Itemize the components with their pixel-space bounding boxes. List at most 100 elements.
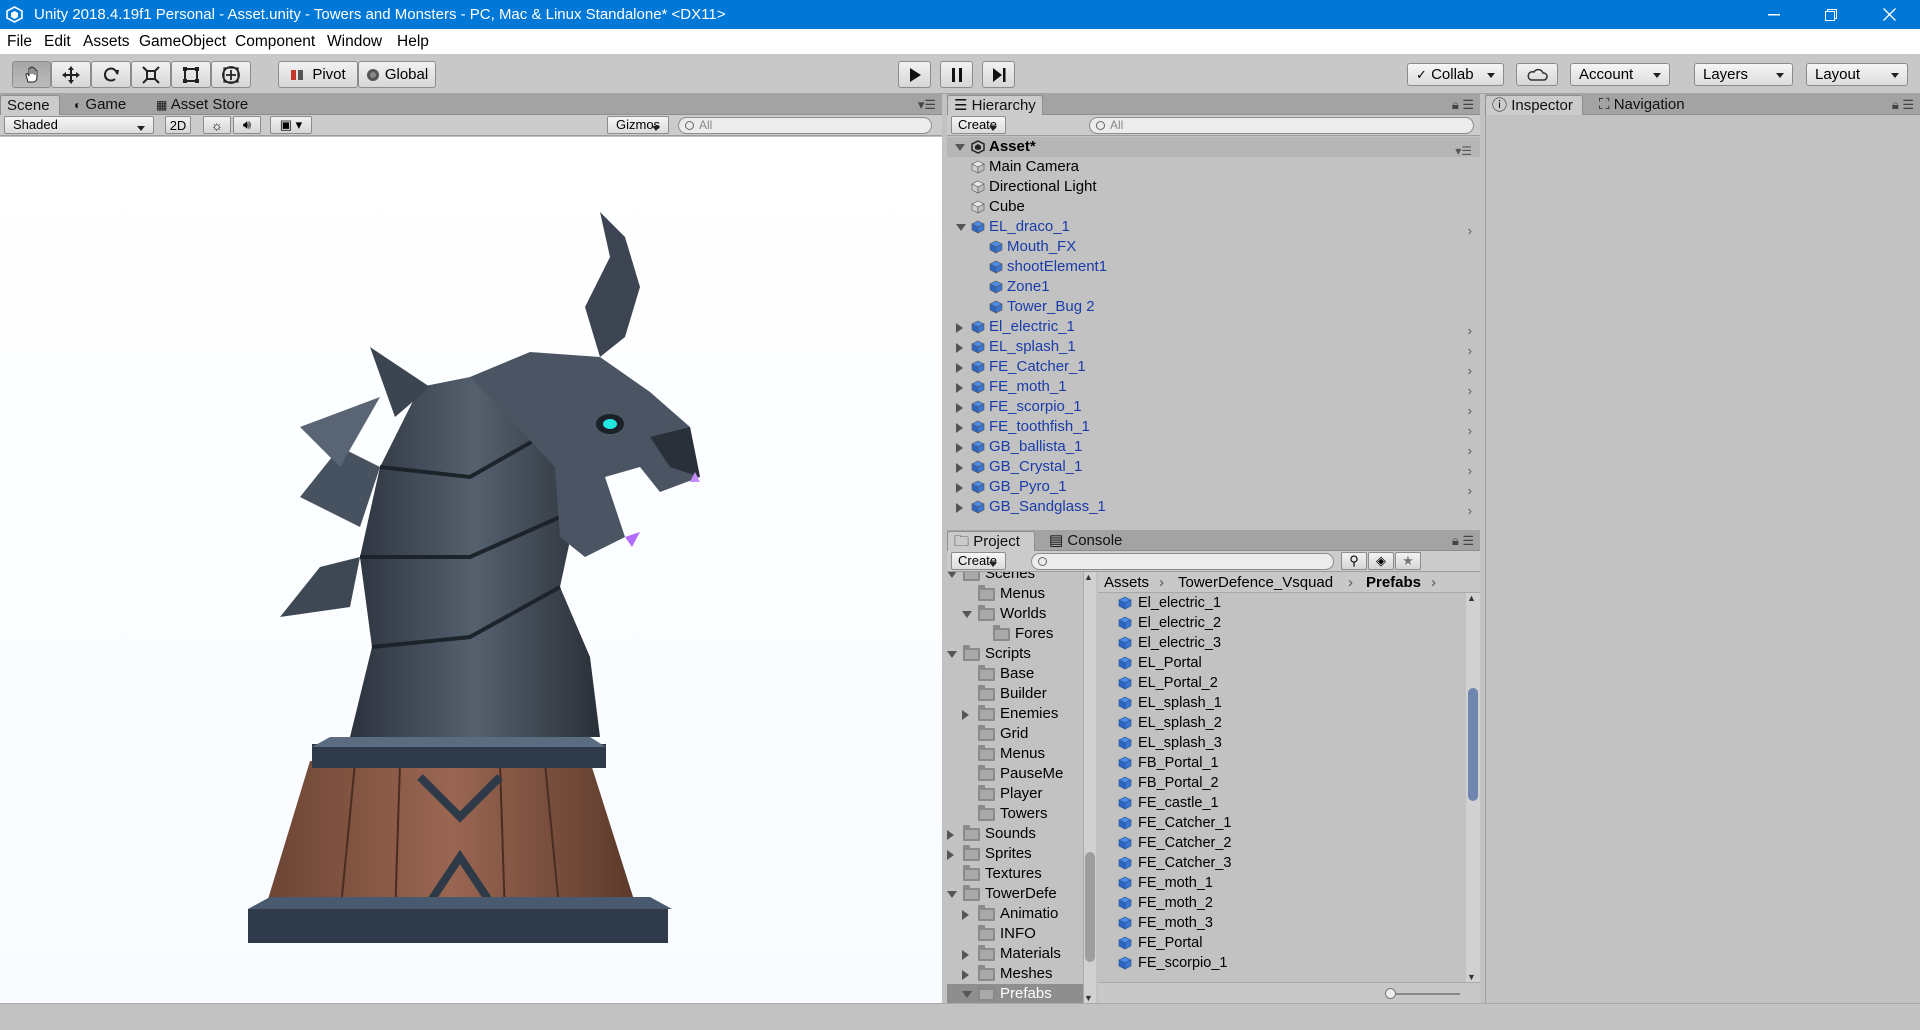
expand-arrow-icon[interactable] — [956, 343, 963, 353]
hierarchy-item[interactable]: FE_Catcher_1 › — [947, 357, 1480, 378]
folder-tree-item[interactable]: Towers — [947, 804, 1083, 824]
folder-tree-item[interactable]: Animatio — [947, 904, 1083, 924]
expand-arrow-icon[interactable] — [962, 970, 969, 980]
minimize-icon[interactable] — [1745, 0, 1803, 29]
folder-tree-item[interactable]: Menus — [947, 584, 1083, 604]
hierarchy-search-input[interactable]: All — [1089, 117, 1474, 134]
scroll-up-icon[interactable]: ▲ — [1467, 593, 1476, 603]
search-by-type-icon[interactable]: ⚲ — [1341, 552, 1367, 570]
scroll-down-icon[interactable]: ▼ — [1084, 993, 1093, 1003]
icon-size-slider[interactable] — [1390, 993, 1460, 995]
tab-game[interactable]: ◐ Game — [68, 95, 132, 115]
search-by-label-icon[interactable]: ◈ — [1368, 552, 1394, 570]
hierarchy-lock-icon[interactable]: 🔒︎ ☰ — [1452, 97, 1474, 113]
breadcrumb-assets[interactable]: Assets — [1104, 572, 1149, 593]
slider-knob[interactable] — [1385, 988, 1396, 999]
hierarchy-item[interactable]: FE_toothfish_1 › — [947, 417, 1480, 438]
folder-tree-item[interactable]: Meshes — [947, 964, 1083, 984]
folder-tree-item[interactable]: Menus — [947, 744, 1083, 764]
hierarchy-scene-row[interactable]: Asset* ▾☰ — [947, 137, 1480, 158]
scale-icon[interactable] — [131, 61, 171, 88]
move-icon[interactable] — [51, 61, 91, 88]
tab-hierarchy[interactable]: ☰ Hierarchy — [947, 95, 1043, 115]
menu-component[interactable]: Component — [235, 33, 315, 51]
global-toggle[interactable]: Global — [358, 61, 436, 88]
expand-arrow-icon[interactable] — [956, 503, 963, 513]
expand-arrow-icon[interactable] — [956, 483, 963, 493]
panel-menu-icon[interactable]: ▾☰ — [918, 97, 936, 113]
scroll-up-icon[interactable]: ▲ — [1084, 572, 1093, 582]
expand-arrow-icon[interactable] — [947, 891, 957, 898]
menu-gameobject[interactable]: GameObject — [139, 33, 226, 51]
tab-console[interactable]: ▤ Console — [1043, 531, 1128, 551]
folder-tree-item[interactable]: TowerDefe — [947, 884, 1083, 904]
folder-tree-item[interactable]: Textures — [947, 864, 1083, 884]
expand-arrow-icon[interactable] — [962, 611, 972, 618]
expand-arrow-icon[interactable] — [956, 323, 963, 333]
folder-tree-item[interactable]: Fores — [947, 624, 1083, 644]
files-scrollbar[interactable]: ▲ ▼ — [1466, 593, 1480, 982]
hierarchy-create-dropdown[interactable]: Create — [951, 116, 1006, 134]
hierarchy-item[interactable]: Main Camera — [947, 157, 1480, 177]
hierarchy-item[interactable]: El_electric_1 › — [947, 317, 1480, 338]
project-search-input[interactable] — [1031, 553, 1334, 570]
scene-search-input[interactable]: All — [678, 117, 932, 134]
scene-view[interactable] — [0, 137, 942, 1003]
folder-tree-item[interactable]: INFO — [947, 924, 1083, 944]
close-icon[interactable] — [1860, 0, 1918, 29]
favorite-star-icon[interactable]: ★ — [1395, 552, 1421, 570]
expand-arrow-icon[interactable] — [956, 383, 963, 393]
inspector-lock-icon[interactable]: 🔒︎ ☰ — [1892, 97, 1914, 113]
shading-dropdown[interactable]: Shaded — [4, 116, 154, 134]
hierarchy-item[interactable]: Mouth_FX — [947, 237, 1480, 257]
audio-icon[interactable]: 🔊︎ — [233, 116, 261, 134]
folder-tree-item[interactable]: Worlds — [947, 604, 1083, 624]
expand-arrow-icon[interactable] — [956, 224, 966, 231]
hierarchy-item[interactable]: FE_scorpio_1 › — [947, 397, 1480, 418]
tab-inspector[interactable]: ⓘ Inspector — [1485, 95, 1583, 115]
collab-dropdown[interactable]: ✓ Collab — [1407, 63, 1504, 86]
hierarchy-item[interactable]: Directional Light — [947, 177, 1480, 197]
transform-icon[interactable] — [211, 61, 251, 88]
play-button[interactable] — [898, 61, 931, 88]
hierarchy-item[interactable]: Tower_Bug 2 — [947, 297, 1480, 317]
prefab-open-chevron-icon[interactable]: › — [1468, 501, 1472, 521]
step-button[interactable] — [982, 61, 1015, 88]
folder-tree-item[interactable]: Prefabs — [947, 984, 1083, 1003]
pause-button[interactable] — [940, 61, 973, 88]
breadcrumb-prefabs[interactable]: Prefabs — [1366, 572, 1421, 593]
hierarchy-item[interactable]: GB_ballista_1 › — [947, 437, 1480, 458]
tree-scroll-thumb[interactable] — [1085, 852, 1095, 962]
hierarchy-item[interactable]: EL_draco_1 › — [947, 217, 1480, 238]
folder-tree-item[interactable]: Player — [947, 784, 1083, 804]
folder-tree-item[interactable]: Sounds — [947, 824, 1083, 844]
folder-tree-item[interactable]: Scripts — [947, 644, 1083, 664]
menu-assets[interactable]: Assets — [83, 33, 130, 51]
hierarchy-item[interactable]: FE_moth_1 › — [947, 377, 1480, 398]
hierarchy-item[interactable]: GB_Pyro_1 › — [947, 477, 1480, 498]
restore-icon[interactable] — [1802, 0, 1860, 29]
menu-window[interactable]: Window — [327, 33, 382, 51]
folder-tree-item[interactable]: Grid — [947, 724, 1083, 744]
gizmos-dropdown[interactable]: Gizmos — [607, 116, 669, 134]
folder-tree-item[interactable]: Enemies — [947, 704, 1083, 724]
rect-tool-icon[interactable] — [171, 61, 211, 88]
folder-tree-item[interactable]: Materials — [947, 944, 1083, 964]
hierarchy-item[interactable]: Cube — [947, 197, 1480, 217]
cloud-button[interactable] — [1516, 63, 1558, 86]
hand-icon[interactable] — [12, 61, 51, 88]
tab-asset-store[interactable]: ▦ Asset Store — [150, 95, 254, 115]
expand-arrow-icon[interactable] — [947, 651, 957, 658]
menu-edit[interactable]: Edit — [44, 33, 71, 51]
project-create-dropdown[interactable]: Create — [951, 552, 1006, 570]
tab-project[interactable]: 🗀 Project — [947, 531, 1035, 551]
expand-arrow-icon[interactable] — [955, 144, 965, 151]
effects-icon[interactable]: ▣ ▾ — [270, 116, 312, 134]
expand-arrow-icon[interactable] — [956, 443, 963, 453]
menu-file[interactable]: File — [7, 33, 32, 51]
rotate-icon[interactable] — [91, 61, 131, 88]
expand-arrow-icon[interactable] — [947, 572, 957, 578]
pivot-toggle[interactable]: Pivot — [278, 61, 358, 88]
expand-arrow-icon[interactable] — [962, 950, 969, 960]
account-dropdown[interactable]: Account — [1570, 63, 1670, 86]
